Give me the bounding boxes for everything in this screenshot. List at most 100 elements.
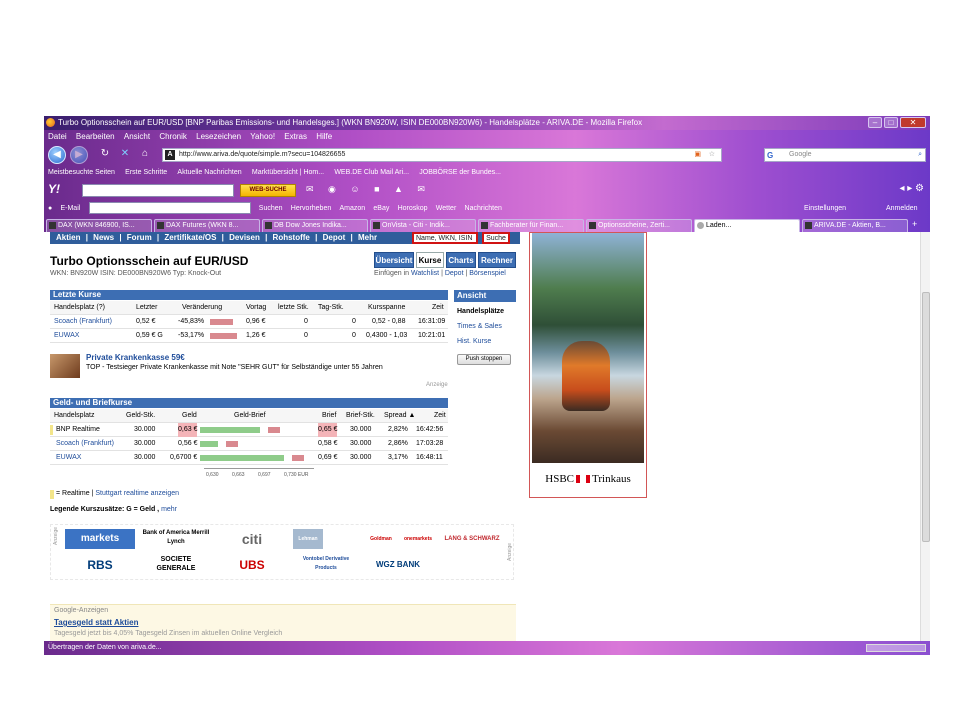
minimize-button[interactable]: – [868, 117, 882, 128]
nav-aktien[interactable]: Aktien [56, 233, 80, 242]
bookmark-first-steps[interactable]: Erste Schritte [125, 166, 167, 180]
tab-fachberater[interactable]: Fachberater für Finan... [478, 219, 584, 232]
toolbar-settings[interactable]: Einstellungen [804, 200, 846, 218]
nav-forum[interactable]: Forum [127, 233, 152, 242]
ad-photo[interactable] [50, 354, 80, 378]
place-link[interactable]: Scoach (Frankfurt) [56, 440, 114, 447]
logo-lang-schwarz[interactable]: LANG & SCHWARZ [439, 529, 505, 549]
stop-icon[interactable]: ✕ [116, 146, 134, 164]
bookmark-news[interactable]: Aktuelle Nachrichten [177, 166, 241, 180]
nav-news[interactable]: News [93, 233, 114, 242]
menu-datei[interactable]: Datei [48, 130, 67, 144]
forward-icon[interactable]: ▶ [70, 146, 88, 164]
logo-goldman[interactable]: Goldman Sachs [363, 529, 399, 549]
logo-wgz-bank[interactable]: WGZ BANK [363, 555, 433, 575]
menu-hilfe[interactable]: Hilfe [316, 130, 332, 144]
search-icon[interactable]: ⌕ [918, 149, 922, 161]
tab-ariva[interactable]: ARIVA.DE - Aktien, B... [802, 219, 908, 232]
boersenspiel-link[interactable]: Börsenspiel [469, 270, 506, 277]
yahoo-search-input[interactable] [82, 184, 234, 197]
vertical-scrollbar[interactable] [920, 232, 930, 641]
toolbar-wetter[interactable]: Wetter [436, 200, 457, 218]
col-handelsplatz[interactable]: Handelsplatz (?) [54, 301, 105, 315]
menu-ansicht[interactable]: Ansicht [124, 130, 150, 144]
place-link[interactable]: EUWAX [56, 454, 81, 461]
bookmark-market-overview[interactable]: Marktübersicht | Hom... [252, 166, 324, 180]
logo-bank-of-america[interactable]: Bank of America Merrill Lynch [141, 529, 211, 549]
back-icon[interactable]: ◀ [48, 146, 66, 164]
logo-lehman[interactable]: Lehman [293, 529, 323, 549]
ansicht-handelsplaetze[interactable]: Handelsplätze [457, 307, 504, 317]
place-link[interactable]: Scoach (Frankfurt) [54, 318, 112, 325]
tab-rechner[interactable]: Rechner [478, 252, 516, 268]
tab-onvista[interactable]: OnVista - Citi - Indik... [370, 219, 476, 232]
logo-rbs[interactable]: RBS [65, 555, 135, 575]
menu-bearbeiten[interactable]: Bearbeiten [76, 130, 115, 144]
maximize-button[interactable]: □ [884, 117, 898, 128]
toolbar-arrows-icon[interactable]: ◂ ▸ ⚙ [899, 183, 924, 194]
tab-kurse[interactable]: Kurse [416, 252, 444, 268]
new-tab-icon[interactable]: + [912, 219, 917, 229]
nav-rohstoffe[interactable]: Rohstoffe [273, 233, 310, 242]
logo-ubs[interactable]: UBS [217, 555, 287, 575]
toolbar-ebay[interactable]: eBay [373, 200, 389, 218]
toolbar-horoskop[interactable]: Horoskop [398, 200, 428, 218]
ad-title[interactable]: Private Krankenkasse 59€ [86, 353, 185, 362]
logo-onemarkets[interactable]: onemarkets [403, 529, 433, 549]
toolbar-suchen[interactable]: Suchen [259, 200, 283, 218]
watchlist-link[interactable]: Watchlist [411, 270, 439, 277]
yahoo-logo[interactable]: Y! [48, 182, 60, 196]
home-icon[interactable]: ⌂ [136, 146, 154, 164]
nav-mehr[interactable]: Mehr [358, 233, 377, 242]
close-button[interactable]: ✕ [900, 117, 926, 128]
url-bar[interactable]: A http://www.ariva.de/quote/simple.m?sec… [162, 148, 722, 162]
toolbar-nachrichten[interactable]: Nachrichten [465, 200, 502, 218]
site-search-input[interactable]: Name, WKN, ISIN [412, 232, 478, 244]
logo-bmarkets[interactable]: markets [65, 529, 135, 549]
col-spread[interactable]: Spread ▲ [384, 409, 415, 423]
menu-yahoo[interactable]: Yahoo! [250, 130, 275, 144]
internet-search-input[interactable]: Internetsuche [88, 201, 251, 215]
yahoo-search-button[interactable]: WEB-SUCHE [240, 184, 296, 197]
tab-optionsscheine[interactable]: Optionsscheine, Zerti... [586, 219, 692, 232]
tab-uebersicht[interactable]: Übersicht [374, 252, 414, 268]
bookmark-jobboerse[interactable]: JOBBÖRSE der Bundes... [419, 166, 501, 180]
site-search-button[interactable]: Suche [482, 232, 510, 244]
toolbar-hervorheben[interactable]: Hervorheben [291, 200, 331, 218]
tab-db-dow-jones[interactable]: DB Dow Jones Indika... [262, 219, 368, 232]
logo-citi[interactable]: citi [217, 529, 287, 549]
col-tag-stk[interactable]: Tag-Stk. [318, 301, 344, 315]
bookmark-webde[interactable]: WEB.DE Club Mail Ari... [334, 166, 409, 180]
nav-devisen[interactable]: Devisen [229, 233, 260, 242]
reload-icon[interactable]: ↻ [96, 146, 114, 164]
logo-vontobel[interactable]: Vontobel Derivative Products [293, 555, 359, 575]
depot-link[interactable]: Depot [445, 270, 464, 277]
ansicht-times-sales[interactable]: Times & Sales [457, 322, 502, 332]
stuttgart-realtime-link[interactable]: Stuttgart realtime anzeigen [95, 490, 179, 497]
push-stoppen-button[interactable]: Push stoppen [457, 354, 511, 365]
nav-zertifikate[interactable]: Zertifikate/OS [164, 233, 216, 242]
menu-extras[interactable]: Extras [284, 130, 307, 144]
google-ad-link[interactable]: Tagesgeld statt Aktien [54, 618, 138, 627]
yahoo-toolbar-icons[interactable]: ✉ ◉ ☺ ■ ▲ ✉ [306, 184, 431, 195]
tab-dax[interactable]: DAX (WKN 846900, IS... [46, 219, 152, 232]
bookmark-most-visited[interactable]: Meistbesuchte Seiten [48, 166, 115, 180]
email-link[interactable]: E-Mail [60, 200, 80, 218]
toolbar-amazon[interactable]: Amazon [339, 200, 365, 218]
rss-icon[interactable]: ▣ [694, 149, 701, 161]
toolbar-login[interactable]: Anmelden [886, 200, 918, 218]
tab-dax-futures[interactable]: DAX Futures (WKN 8... [154, 219, 260, 232]
tab-loading[interactable]: Laden... [694, 219, 800, 232]
scrollbar-thumb[interactable] [922, 292, 930, 542]
place-link[interactable]: EUWAX [54, 332, 79, 339]
ansicht-hist-kurse[interactable]: Hist. Kurse [457, 337, 491, 347]
bookmark-star-icon[interactable]: ☆ [709, 149, 715, 161]
search-box[interactable]: G Google ⌕ [764, 148, 926, 162]
nav-depot[interactable]: Depot [323, 233, 346, 242]
menu-lesezeichen[interactable]: Lesezeichen [196, 130, 241, 144]
legend-more-link[interactable]: mehr [161, 506, 177, 513]
hsbc-banner[interactable]: HSBC Trinkaus [529, 232, 647, 498]
tab-charts[interactable]: Charts [446, 252, 476, 268]
menu-chronik[interactable]: Chronik [159, 130, 187, 144]
logo-societe-generale[interactable]: SOCIETE GENERALE [141, 555, 211, 575]
